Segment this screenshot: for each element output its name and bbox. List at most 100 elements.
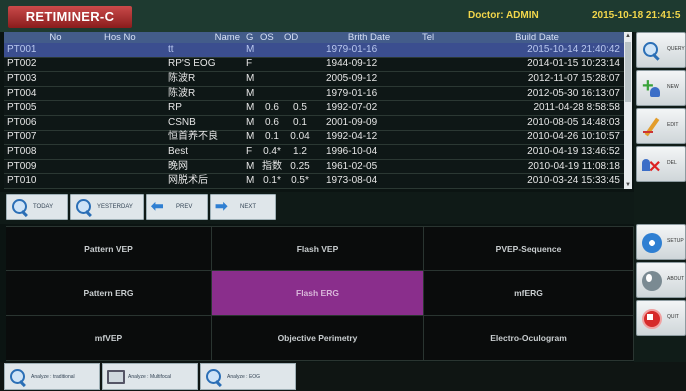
table-row[interactable]: PT006 CSNB M 0.6 0.1 2001-09-09 2010-08-05 14:…: [4, 116, 624, 131]
table-row[interactable]: PT008 Best F 0.4* 1.2 1996-10-04 2010-04-19 13…: [4, 145, 624, 160]
app-window: RETIMINER-C Doctor: ADMIN 2015-10-18 21:…: [0, 0, 686, 391]
cell-name: tt: [168, 43, 174, 55]
column-header-gender[interactable]: G: [246, 32, 260, 43]
cell-od: 0.25: [290, 160, 310, 172]
cell-od: 0.04: [290, 131, 310, 143]
cell-build: 2011-04-28 8:58:58: [533, 102, 620, 114]
add-user-icon: [642, 75, 662, 99]
table-row[interactable]: PT003 陈波R M 2005-09-12 2012-11-07 15:28:07: [4, 72, 624, 87]
test-electro-oculogram[interactable]: Electro-Oculogram: [424, 316, 634, 361]
new-button[interactable]: NEW: [636, 70, 686, 106]
cell-build: 2010-04-19 13:46:52: [527, 145, 620, 157]
yesterday-button[interactable]: YESTERDAY: [70, 194, 144, 220]
test-selection-grid: Pattern VEP Flash VEP PVEP-Sequence Patt…: [6, 226, 634, 361]
analyze-bar: Analyze : traditional Analyze : Multifoc…: [0, 362, 686, 391]
column-header-os[interactable]: OS: [260, 32, 284, 43]
pencil-icon: [642, 117, 662, 137]
yesterday-label: YESTERDAY: [97, 204, 133, 210]
search-icon: [642, 41, 662, 61]
test-pvep-sequence[interactable]: PVEP-Sequence: [424, 227, 634, 271]
cell-birth: 1979-01-16: [326, 87, 378, 99]
test-mfvep[interactable]: mfVEP: [6, 316, 212, 361]
test-pattern-vep[interactable]: Pattern VEP: [6, 227, 212, 271]
analyze-traditional-label: Analyze : traditional: [31, 373, 75, 380]
table-row[interactable]: PT009 晚网 M 指数 0.25 1961-02-05 2010-04-19 11:08…: [4, 160, 624, 175]
column-header-tel[interactable]: Tel: [422, 32, 454, 43]
cell-no: PT010: [7, 175, 37, 187]
delete-button[interactable]: DEL: [636, 146, 686, 182]
table-row[interactable]: PT005 RP M 0.6 0.5 1992-07-02 2011-04-28 8:58:…: [4, 101, 624, 116]
cell-build: 2010-04-19 11:08:18: [527, 160, 620, 172]
cell-os: 0.6: [265, 102, 279, 114]
about-button[interactable]: ABOUT: [636, 262, 686, 298]
cell-g: M: [246, 116, 255, 128]
test-flash-erg[interactable]: Flash ERG: [212, 271, 424, 316]
cell-name: 晚网: [168, 160, 188, 172]
cell-name: 恒首养不良: [168, 131, 218, 143]
column-header-name[interactable]: Name: [164, 32, 246, 43]
cell-g: M: [246, 175, 255, 187]
table-row[interactable]: PT001 tt M 1979-01-16 2015-10-14 21:40:42: [4, 43, 624, 58]
table-row[interactable]: PT010 网脱术后 M 0.1* 0.5* 1973-08-04 2010-03-24 1…: [4, 174, 624, 189]
cell-name: Best: [168, 145, 189, 157]
cell-birth: 1996-10-04: [326, 145, 378, 157]
table-row[interactable]: PT002 RP'S EOG F 1944-09-12 2014-01-15 10:23…: [4, 58, 624, 73]
cell-no: PT009: [7, 160, 37, 172]
datetime-label: 2015-10-18 21:41:5: [592, 10, 681, 21]
analyze-traditional-button[interactable]: Analyze : traditional: [4, 363, 100, 390]
test-objective-perimetry[interactable]: Objective Perimetry: [212, 316, 424, 361]
column-header-no[interactable]: No: [4, 32, 104, 43]
scroll-up-icon[interactable]: ▲: [624, 32, 632, 40]
cell-od: 0.1: [293, 116, 307, 128]
cell-os: 0.6: [265, 116, 279, 128]
next-label: NEXT: [240, 204, 257, 210]
next-button[interactable]: ➡ NEXT: [210, 194, 276, 220]
edit-button[interactable]: EDIT: [636, 108, 686, 144]
cell-g: M: [246, 43, 255, 55]
column-header-hos-no[interactable]: Hos No: [104, 32, 164, 43]
cell-build: 2014-01-15 10:23:14: [527, 58, 620, 70]
cell-birth: 1992-04-12: [326, 131, 378, 143]
test-flash-vep[interactable]: Flash VEP: [212, 227, 424, 271]
cell-od: 0.5*: [291, 175, 309, 187]
cell-build: 2012-05-30 16:13:07: [527, 87, 620, 99]
prev-button[interactable]: ⬅ PREV: [146, 194, 208, 220]
table-scrollbar[interactable]: ▲ ▼: [624, 32, 632, 189]
table-header: No Hos No Name G OS OD Brith Date Tel Bu…: [4, 32, 624, 43]
quit-button[interactable]: QUIT: [636, 300, 686, 336]
cell-g: M: [246, 131, 255, 143]
app-title: RETIMINER-C: [8, 6, 132, 28]
column-header-build-date[interactable]: Build Date: [454, 32, 624, 43]
cell-name: RP: [168, 102, 182, 114]
analyze-eog-label: Analyze : EOG: [227, 373, 261, 380]
quit-label: QUIT: [667, 314, 679, 320]
cell-name: RP'S EOG: [168, 58, 216, 70]
table-row[interactable]: PT004 陈波R M 1979-01-16 2012-05-30 16:13:07: [4, 87, 624, 102]
magnifier-icon: [204, 367, 224, 387]
column-header-birth-date[interactable]: Brith Date: [316, 32, 422, 43]
scroll-thumb[interactable]: [625, 42, 631, 102]
about-label: ABOUT: [667, 276, 685, 282]
setup-button[interactable]: SETUP: [636, 224, 686, 260]
today-button[interactable]: TODAY: [6, 194, 68, 220]
cell-g: M: [246, 160, 255, 172]
test-pattern-erg[interactable]: Pattern ERG: [6, 271, 212, 316]
cell-no: PT005: [7, 102, 37, 114]
analyze-multifocal-button[interactable]: Analyze : Multifocal: [102, 363, 198, 390]
scroll-down-icon[interactable]: ▼: [624, 181, 632, 189]
query-button[interactable]: QUERY: [636, 32, 686, 68]
cell-name: 陈波R: [168, 72, 196, 84]
test-mferg[interactable]: mfERG: [424, 271, 634, 316]
today-label: TODAY: [33, 204, 54, 210]
table-row[interactable]: PT007 恒首养不良 M 0.1 0.04 1992-04-12 2010-04-26 1…: [4, 131, 624, 146]
column-header-od[interactable]: OD: [284, 32, 316, 43]
gear-icon: [642, 233, 662, 253]
cell-birth: 1992-07-02: [326, 102, 378, 114]
stop-icon: [642, 309, 662, 329]
analyze-eog-button[interactable]: Analyze : EOG: [200, 363, 296, 390]
cell-build: 2012-11-07 15:28:07: [527, 72, 620, 84]
cell-build: 2010-04-26 10:10:57: [527, 131, 620, 143]
title-bar: RETIMINER-C Doctor: ADMIN 2015-10-18 21:…: [0, 0, 686, 32]
info-icon: [642, 271, 662, 291]
cell-g: M: [246, 102, 255, 114]
